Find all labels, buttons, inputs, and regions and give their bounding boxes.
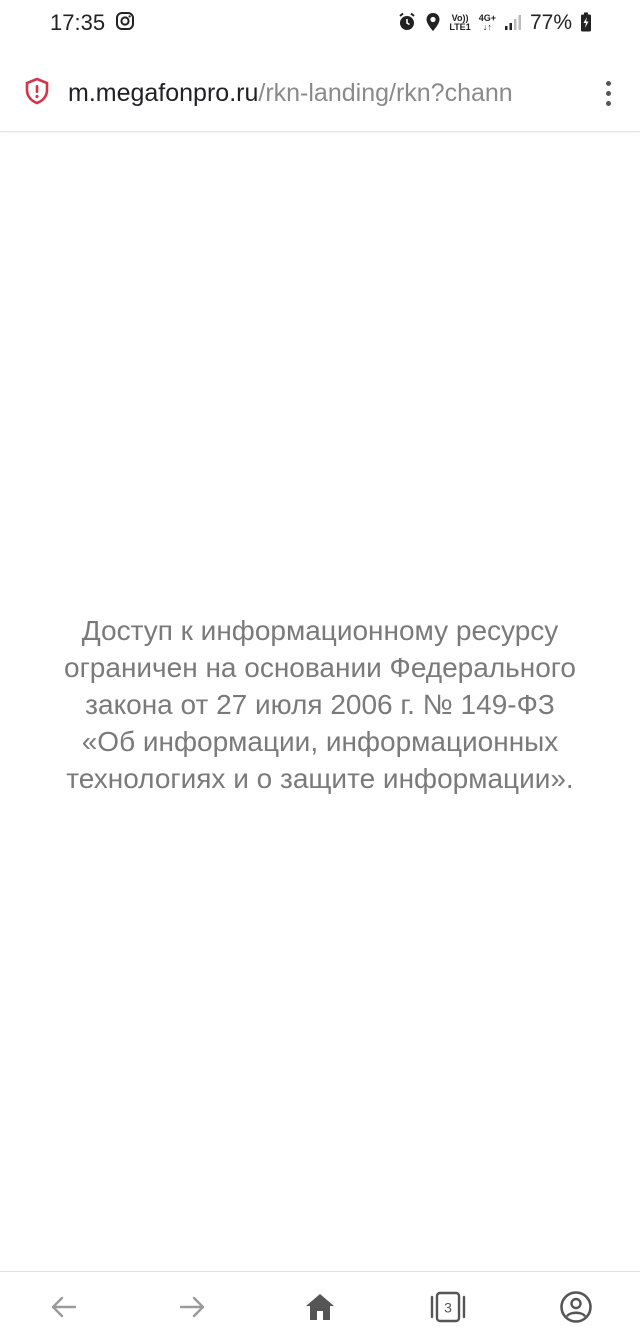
- location-icon: [425, 12, 441, 35]
- notice-line: «Об информации, информационных: [81, 726, 559, 757]
- bottom-navigation: 3: [0, 1271, 640, 1342]
- notice-line: технологиях и о защите информации».: [66, 763, 574, 794]
- notice-line: Доступ к информационному ресурсу: [81, 615, 559, 646]
- battery-icon: [580, 12, 592, 35]
- back-icon: [51, 1296, 77, 1318]
- network-type-indicator: 4G+ ↓↑: [479, 14, 496, 32]
- volte-bottom: LTE1: [449, 22, 471, 32]
- url-host: m.megafonpro.ru: [68, 79, 259, 107]
- account-icon: [560, 1291, 592, 1323]
- home-icon: [306, 1294, 334, 1320]
- status-right: Vo)) LTE1 4G+ ↓↑ 77%: [397, 11, 592, 35]
- status-left: 17:35: [50, 10, 135, 36]
- notice-line: ограничен на основании Федерального: [64, 652, 576, 683]
- tabs-icon: 3: [430, 1291, 466, 1323]
- signal-icon: [504, 13, 522, 34]
- blocked-notice: Доступ к информационному ресурсу огранич…: [20, 612, 620, 797]
- status-time: 17:35: [50, 10, 106, 35]
- battery-percent: 77%: [529, 11, 572, 34]
- volte-indicator: Vo)) LTE1: [449, 14, 470, 32]
- alarm-icon: [397, 12, 417, 35]
- shield-warning-icon[interactable]: [24, 77, 50, 110]
- more-vertical-icon[interactable]: [596, 81, 620, 106]
- forward-button[interactable]: [168, 1283, 216, 1331]
- home-button[interactable]: [296, 1283, 344, 1331]
- account-button[interactable]: [552, 1283, 600, 1331]
- url-field[interactable]: m.megafonpro.ru/rkn-landing/rkn?chann: [68, 79, 596, 108]
- status-bar: 17:35 Vo)) LTE1 4G+ ↓↑ 77%: [0, 0, 640, 46]
- forward-icon: [179, 1296, 205, 1318]
- instagram-icon: [115, 11, 135, 36]
- data-arrows-icon: ↓↑: [482, 22, 492, 32]
- notice-line: закона от 27 июля 2006 г. № 149-ФЗ: [85, 689, 555, 720]
- back-button[interactable]: [40, 1283, 88, 1331]
- address-bar: m.megafonpro.ru/rkn-landing/rkn?chann: [0, 56, 640, 132]
- url-path: /rkn-landing/rkn?chann: [258, 79, 513, 107]
- tabs-button[interactable]: 3: [424, 1283, 472, 1331]
- tab-count: 3: [444, 1300, 452, 1316]
